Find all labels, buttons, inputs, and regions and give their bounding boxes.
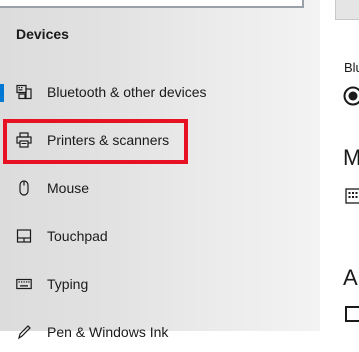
- sidebar-item-typing[interactable]: Typing: [0, 264, 320, 304]
- keyboard-icon: [16, 276, 32, 292]
- sidebar-item-label: Bluetooth & other devices: [47, 84, 207, 100]
- sidebar-item-pen[interactable]: Pen & Windows Ink: [0, 312, 320, 352]
- mouse-icon: [16, 180, 32, 196]
- section-heading: Devices: [16, 26, 69, 42]
- add-device-button[interactable]: [335, 0, 359, 20]
- checkbox[interactable]: [345, 306, 359, 322]
- search-input[interactable]: [0, 0, 304, 8]
- bluetooth-toggle[interactable]: [343, 86, 359, 106]
- sidebar-item-label: Typing: [47, 276, 88, 292]
- content-pane: Blu M Au: [320, 0, 359, 331]
- bluetooth-devices-icon: [16, 84, 32, 100]
- sidebar-item-touchpad[interactable]: Touchpad: [0, 216, 320, 256]
- sidebar-item-label: Touchpad: [47, 228, 108, 244]
- sidebar-item-bluetooth[interactable]: Bluetooth & other devices: [0, 72, 320, 112]
- navigation-pane: Devices Bluetooth & other devices Printe…: [0, 0, 320, 331]
- section-heading-auto: Au: [343, 265, 359, 291]
- sidebar-item-mouse[interactable]: Mouse: [0, 168, 320, 208]
- selection-indicator: [0, 84, 4, 102]
- section-heading-more: M: [343, 145, 359, 171]
- highlight-box: [3, 119, 188, 164]
- device-list-icon: [345, 188, 359, 204]
- touchpad-icon: [16, 228, 32, 244]
- sidebar-item-label: Pen & Windows Ink: [47, 324, 168, 340]
- pen-icon: [16, 324, 32, 340]
- sidebar-item-label: Mouse: [47, 180, 89, 196]
- bluetooth-label: Blu: [344, 60, 359, 75]
